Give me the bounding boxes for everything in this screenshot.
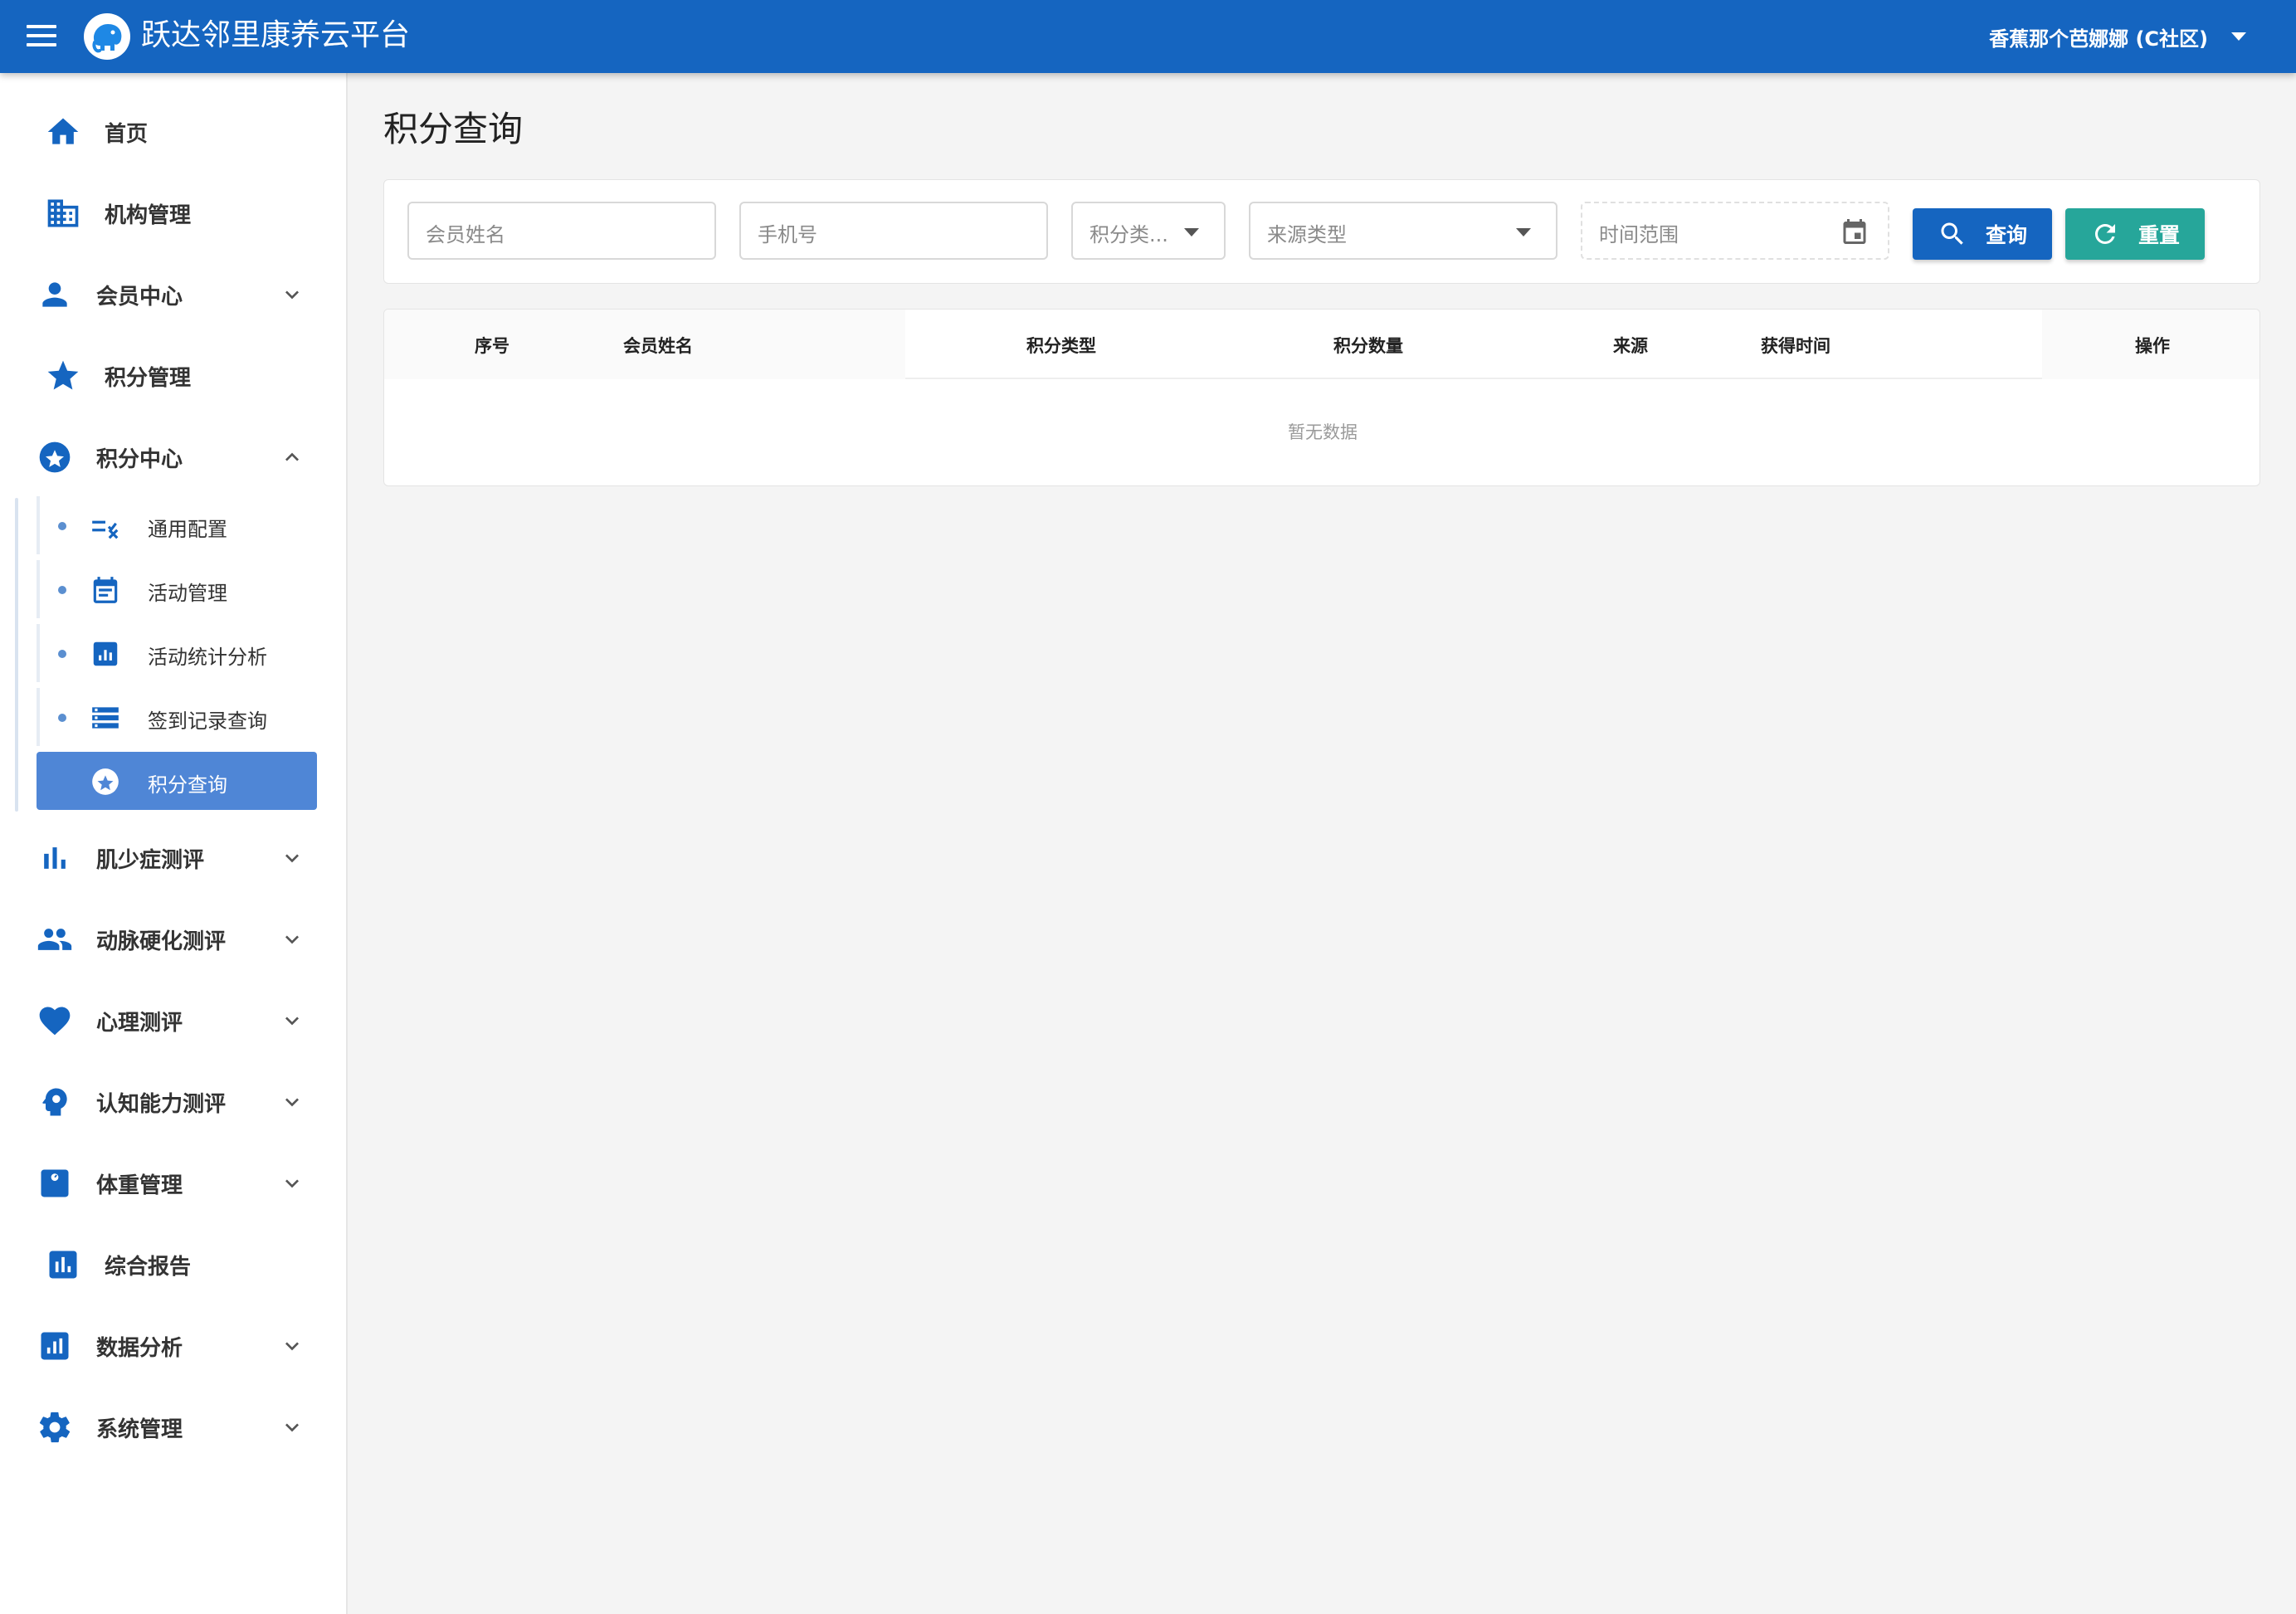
query-button[interactable]: 查询	[1913, 208, 2052, 260]
table-header: 序号 会员姓名 积分类型 积分数量 来源 获得时间 操作	[384, 310, 2259, 379]
sidebar-subitem-points-query[interactable]: 积分查询	[37, 752, 317, 810]
scale-icon	[41, 1169, 69, 1197]
sidebar-subitem-general-config[interactable]: 通用配置	[37, 496, 317, 554]
star-circle-icon	[39, 441, 71, 473]
sidebar-item-system-management[interactable]: 系统管理	[0, 1387, 348, 1468]
submenu-rail	[15, 498, 18, 812]
home-icon	[47, 118, 79, 144]
chevron-down-icon	[285, 1017, 299, 1026]
refresh-icon	[2094, 224, 2115, 244]
column-header-actions: 操作	[2135, 336, 2170, 356]
column-header-source: 来源	[1613, 336, 1648, 356]
star-circle-icon	[92, 768, 119, 795]
bullet-dot	[58, 714, 66, 722]
caret-down-icon	[2231, 32, 2246, 41]
bar-chart-icon	[44, 847, 66, 869]
sidebar-item-weight-management[interactable]: 体重管理	[0, 1143, 348, 1224]
column-header-acquired-time: 获得时间	[1761, 336, 1830, 356]
points-table: 序号 会员姓名 积分类型 积分数量 来源 获得时间 操作 暂无数据	[383, 309, 2260, 486]
dropdown-arrow-icon	[1184, 228, 1199, 236]
sidebar-item-comprehensive-report[interactable]: 综合报告	[0, 1224, 348, 1305]
chevron-down-icon	[285, 854, 299, 863]
dropdown-arrow-icon	[1516, 228, 1531, 236]
column-header-points-amount: 积分数量	[1333, 336, 1403, 356]
people-icon	[37, 929, 72, 950]
points-type-select[interactable]: 积分类...	[1071, 202, 1226, 260]
chevron-down-icon	[285, 290, 299, 300]
user-name: 香蕉那个芭娜娜 (C社区)	[1989, 27, 2208, 51]
column-header-points-type: 积分类型	[1026, 336, 1096, 356]
list-storage-icon	[92, 707, 119, 729]
phone-input[interactable]: 手机号	[739, 202, 1048, 260]
chevron-up-icon	[285, 452, 299, 461]
calendar-icon[interactable]	[1840, 217, 1869, 246]
sidebar-item-data-analysis[interactable]: 数据分析	[0, 1305, 348, 1387]
stats-icon	[93, 641, 118, 666]
chevron-down-icon	[285, 1342, 299, 1351]
empty-state-text: 暂无数据	[1288, 422, 1358, 442]
sidebar-item-arteriosclerosis-assessment[interactable]: 动脉硬化测评	[0, 899, 348, 980]
sidebar-subitem-checkin-records[interactable]: 签到记录查询	[37, 688, 317, 746]
chevron-down-icon	[285, 1098, 299, 1107]
heart-icon	[39, 1007, 71, 1036]
column-header-index: 序号	[475, 336, 509, 356]
source-type-select[interactable]: 来源类型	[1249, 202, 1557, 260]
hamburger-menu-icon[interactable]	[27, 23, 56, 50]
user-account-menu[interactable]: 香蕉那个芭娜娜 (C社区)	[1989, 20, 2246, 53]
brain-head-icon	[42, 1088, 67, 1116]
top-app-bar: 跃达邻里康养云平台 香蕉那个芭娜娜 (C社区)	[0, 0, 2296, 73]
reset-button[interactable]: 重置	[2065, 208, 2205, 260]
sidebar-item-home[interactable]: 首页	[0, 91, 348, 173]
bullet-dot	[58, 522, 66, 530]
calendar-icon	[93, 577, 118, 603]
chevron-down-icon	[285, 935, 299, 944]
bullet-dot	[58, 586, 66, 594]
elephant-logo-icon	[84, 13, 130, 60]
chevron-down-icon	[285, 1423, 299, 1432]
page-title: 积分查询	[383, 109, 524, 149]
search-icon	[1941, 222, 1963, 245]
person-icon	[42, 282, 67, 307]
sidebar-subitem-activity-stats[interactable]: 活动统计分析	[37, 624, 317, 682]
sidebar-item-org-management[interactable]: 机构管理	[0, 173, 348, 254]
gear-icon	[39, 1412, 71, 1443]
filter-panel: 会员姓名 手机号 积分类... 来源类型 时间范围 查询 重置	[383, 179, 2260, 284]
rule-config-icon	[92, 520, 119, 539]
bullet-dot	[58, 650, 66, 658]
chevron-down-icon	[285, 1179, 299, 1188]
sidebar-item-cognitive-assessment[interactable]: 认知能力测评	[0, 1061, 348, 1143]
sidebar-item-psychological-assessment[interactable]: 心理测评	[0, 980, 348, 1061]
column-header-member-name: 会员姓名	[623, 336, 693, 356]
report-chart-icon	[49, 1251, 77, 1279]
app-title: 跃达邻里康养云平台	[141, 18, 411, 52]
analytics-icon	[41, 1332, 69, 1360]
sidebar: 首页 机构管理 会员中心 积分管理 积分中心 通用配置 活动管理 活动统计分析	[0, 73, 348, 1614]
building-icon	[47, 199, 79, 227]
sidebar-item-member-center[interactable]: 会员中心	[0, 254, 348, 335]
sidebar-subitem-activity-management[interactable]: 活动管理	[37, 560, 317, 618]
sidebar-item-points-center[interactable]: 积分中心	[0, 417, 348, 498]
member-name-input[interactable]: 会员姓名	[407, 202, 716, 260]
time-range-picker[interactable]: 时间范围	[1581, 202, 1889, 260]
sidebar-item-points-management[interactable]: 积分管理	[0, 335, 348, 417]
sidebar-item-sarcopenia-assessment[interactable]: 肌少症测评	[0, 817, 348, 899]
star-icon	[47, 360, 79, 390]
